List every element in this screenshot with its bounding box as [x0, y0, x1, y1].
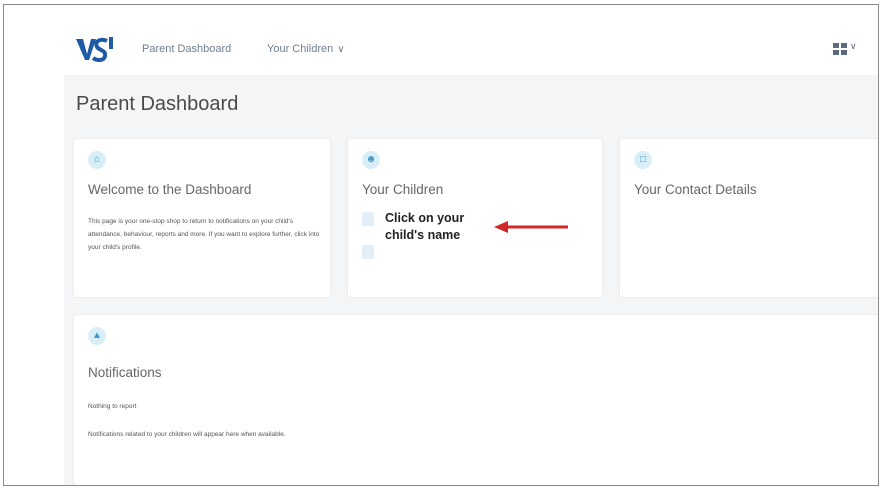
red-arrow-icon — [494, 221, 568, 233]
chevron-down-icon: ∨ — [337, 44, 345, 55]
nav-parent-dashboard[interactable]: Parent Dashboard — [142, 43, 231, 55]
welcome-card-title: Welcome to the Dashboard — [88, 182, 252, 197]
apps-grid-icon — [833, 43, 847, 55]
nav-your-children-label: Your Children — [267, 43, 334, 55]
home-icon: ⌂ — [88, 151, 106, 169]
page-title: Parent Dashboard — [76, 93, 239, 115]
welcome-card: ⌂ Welcome to the Dashboard This page is … — [74, 139, 330, 297]
contact-details-card: □ Your Contact Details — [620, 139, 878, 297]
contact-card-icon: □ — [634, 151, 652, 169]
chevron-down-icon: ∨ — [850, 41, 857, 51]
app-window: Parent Dashboard Your Children ∨ ∨ Parent… — [3, 4, 879, 486]
bell-icon: ▲ — [88, 327, 106, 345]
welcome-card-text: This page is your one-stop shop to retur… — [88, 218, 320, 251]
notifications-card: ▲ Notifications Nothing to report Notifi… — [74, 315, 878, 485]
child-name-link[interactable] — [362, 245, 374, 259]
your-children-card: ☻ Your Children Click on your child's na… — [348, 139, 602, 297]
apps-menu-button[interactable]: ∨ — [833, 41, 863, 57]
your-children-card-title: Your Children — [362, 182, 444, 197]
nav-your-children-dropdown[interactable]: Your Children ∨ — [267, 43, 345, 55]
vsware-logo[interactable] — [74, 35, 114, 65]
notifications-card-title: Notifications — [88, 365, 162, 380]
instruction-callout: Click on your child's name — [385, 211, 465, 242]
contact-details-card-title: Your Contact Details — [634, 182, 757, 197]
person-icon: ☻ — [362, 151, 380, 169]
notifications-empty-status: Nothing to report — [88, 403, 137, 410]
top-navigation-bar: Parent Dashboard Your Children ∨ ∨ — [4, 5, 878, 71]
child-name-link[interactable] — [362, 212, 374, 226]
dashboard-content: Parent Dashboard ⌂ Welcome to the Dashbo… — [64, 75, 878, 485]
notifications-description: Notifications related to your children w… — [88, 431, 286, 438]
